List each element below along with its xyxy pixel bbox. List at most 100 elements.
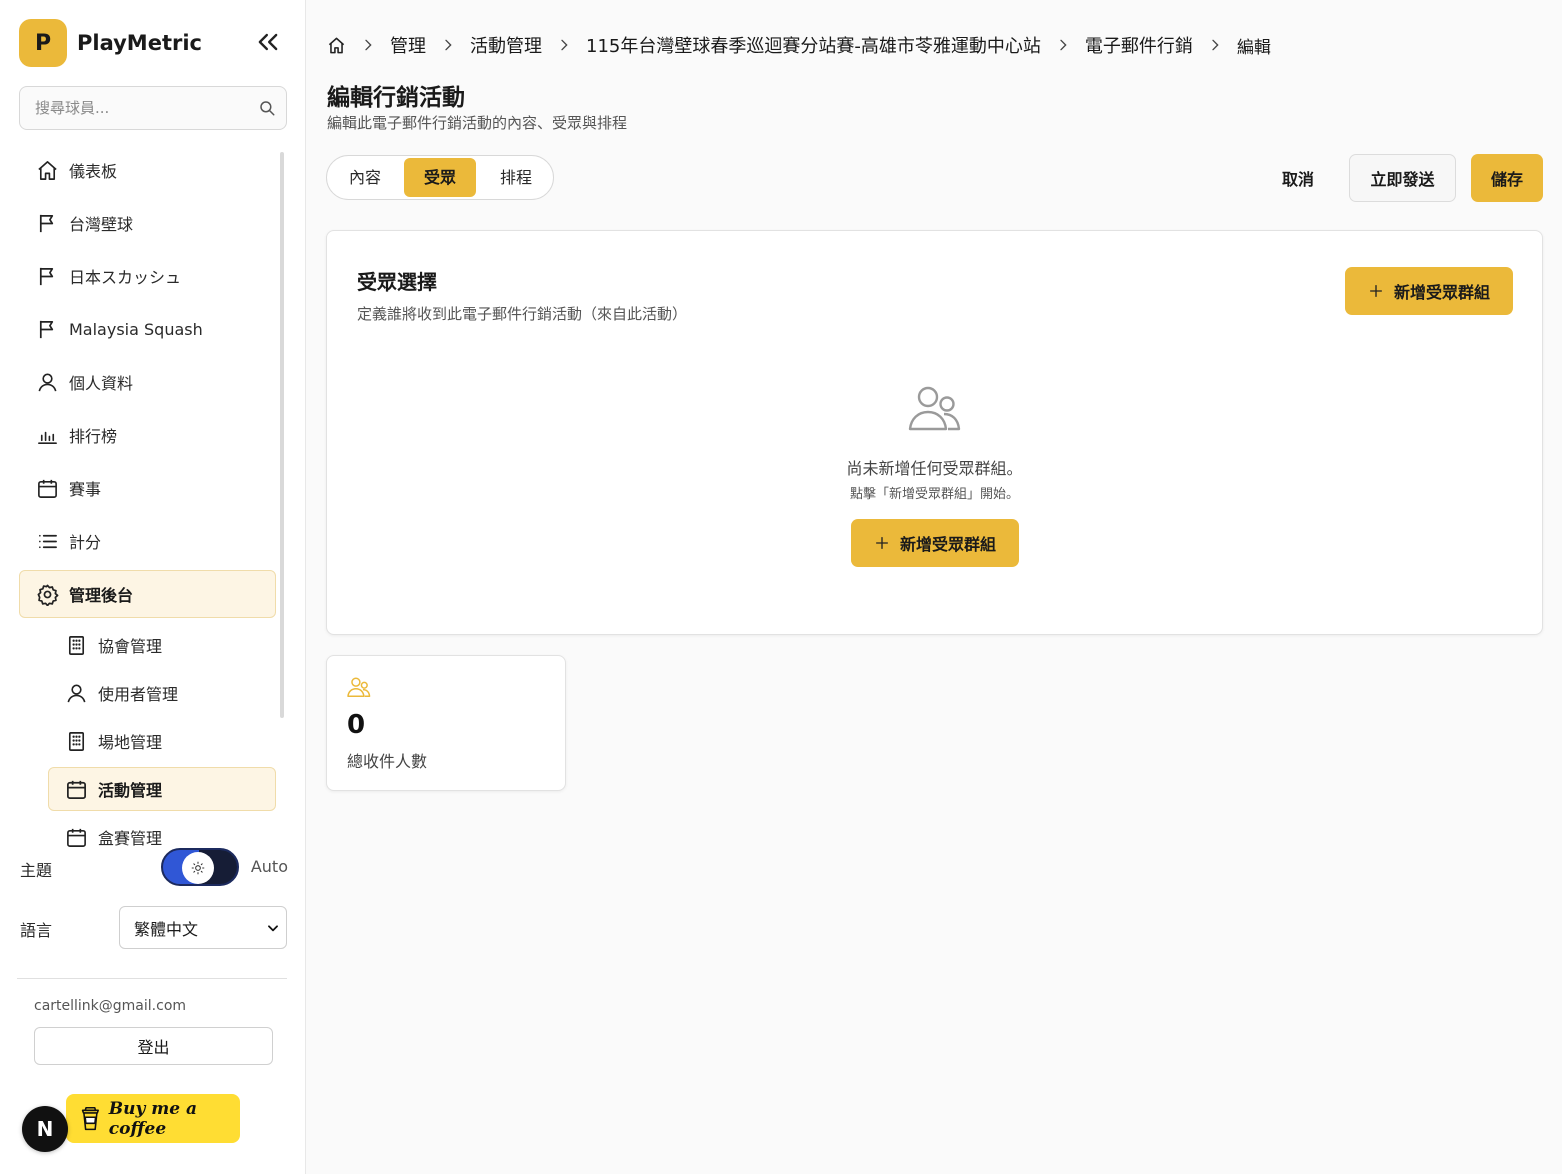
audience-card: 受眾選擇 定義誰將收到此電子郵件行銷活動（來自此活動） 新增受眾群組 尚未新增任…	[326, 230, 1543, 635]
send-now-button[interactable]: 立即發送	[1349, 154, 1456, 202]
language-row: 語言 繁體中文	[20, 906, 288, 949]
player-search-input[interactable]	[20, 87, 240, 129]
sidebar: P PlayMetric 儀表板 台灣壁球 日本スカッシュ Malaysia S…	[0, 0, 306, 1174]
sidebar-scrollbar[interactable]	[280, 152, 284, 718]
chevron-down-icon	[268, 925, 278, 932]
nav-item-label: 賽事	[69, 480, 102, 499]
theme-toggle[interactable]	[161, 848, 239, 886]
nav-item-label: 計分	[69, 533, 102, 552]
player-search	[19, 86, 287, 130]
breadcrumb-events[interactable]: 活動管理	[470, 32, 542, 58]
cancel-button[interactable]: 取消	[1262, 155, 1334, 200]
audience-title: 受眾選擇	[357, 270, 437, 294]
subnav-item-events[interactable]: 活動管理	[48, 767, 276, 811]
nav-item-label: Malaysia Squash	[69, 319, 203, 339]
subnav-item-association[interactable]: 協會管理	[48, 623, 276, 667]
nav-item-tournaments[interactable]: 賽事	[19, 464, 276, 512]
building-icon	[68, 635, 85, 655]
building-icon	[68, 731, 85, 751]
chevron-right-icon	[1060, 39, 1067, 51]
empty-state-title: 尚未新增任何受眾群組。	[846, 459, 1023, 478]
nav-item-dashboard[interactable]: 儀表板	[19, 146, 276, 194]
subnav-item-label: 使用者管理	[98, 685, 179, 704]
breadcrumb-email-marketing[interactable]: 電子郵件行銷	[1085, 32, 1193, 58]
subnav-item-venues[interactable]: 場地管理	[48, 719, 276, 763]
subnav-item-label: 場地管理	[98, 733, 163, 752]
brand[interactable]: P PlayMetric	[19, 19, 202, 67]
chevron-right-icon	[561, 39, 568, 51]
add-audience-group-button[interactable]: 新增受眾群組	[1345, 267, 1513, 315]
nav-item-label: 儀表板	[69, 162, 118, 181]
campaign-tabs: 內容 受眾 排程	[326, 155, 554, 200]
logout-button[interactable]: 登出	[34, 1027, 273, 1065]
total-recipients-card: 0 總收件人數	[326, 655, 566, 791]
calendar-icon	[67, 828, 86, 847]
list-icon	[39, 534, 57, 548]
language-select[interactable]: 繁體中文	[119, 906, 287, 949]
search-icon[interactable]	[258, 99, 276, 117]
add-audience-group-empty-button[interactable]: 新增受眾群組	[851, 519, 1019, 567]
gear-icon	[37, 584, 59, 606]
audience-description: 定義誰將收到此電子郵件行銷活動（來自此活動）	[357, 305, 688, 323]
breadcrumb-admin[interactable]: 管理	[390, 32, 426, 58]
tab-schedule[interactable]: 排程	[480, 158, 552, 197]
plus-icon	[875, 537, 888, 549]
subnav-item-label: 活動管理	[98, 781, 163, 800]
nav-item-taiwan-squash[interactable]: 台灣壁球	[19, 199, 276, 247]
chevron-right-icon	[445, 39, 452, 51]
nav-item-leaderboard[interactable]: 排行榜	[19, 411, 276, 459]
nav-item-admin[interactable]: 管理後台	[19, 570, 276, 618]
nav-item-scoring[interactable]: 計分	[19, 517, 276, 565]
users-icon	[347, 677, 371, 697]
language-selected: 繁體中文	[134, 919, 199, 939]
empty-state-hint: 點擊「新增受眾群組」開始。	[849, 487, 1019, 502]
page-subtitle: 編輯此電子郵件行銷活動的內容、受眾與排程	[327, 114, 628, 132]
nav-item-label: 排行榜	[69, 427, 118, 446]
sidebar-divider	[17, 978, 287, 979]
add-audience-group-label: 新增受眾群組	[1393, 283, 1490, 302]
subnav-item-users[interactable]: 使用者管理	[48, 671, 276, 715]
nav-item-malaysia-squash[interactable]: Malaysia Squash	[19, 305, 276, 353]
theme-label: 主題	[20, 861, 53, 880]
chevron-right-icon	[365, 39, 372, 51]
nav-item-profile[interactable]: 個人資料	[19, 358, 276, 406]
subnav-item-label: 盒賽管理	[98, 829, 163, 848]
users-icon	[908, 386, 961, 431]
user-icon	[38, 373, 57, 391]
plus-icon	[1369, 285, 1382, 297]
nav-item-japan-squash[interactable]: 日本スカッシュ	[19, 252, 276, 300]
coffee-cup-icon	[81, 1106, 99, 1130]
total-recipients-value: 0	[347, 710, 366, 740]
buy-me-a-coffee-button[interactable]: Buy me a coffee	[66, 1094, 240, 1143]
nextjs-badge[interactable]: N	[22, 1106, 68, 1152]
nav-item-label: 台灣壁球	[69, 215, 134, 234]
home-icon[interactable]	[327, 36, 346, 55]
add-audience-group-label: 新增受眾群組	[899, 535, 996, 554]
language-label: 語言	[20, 921, 53, 940]
flag-icon	[39, 267, 54, 285]
buy-me-a-coffee-label: Buy me a coffee	[108, 1098, 198, 1139]
tab-content[interactable]: 內容	[330, 158, 400, 197]
sun-icon	[191, 861, 205, 875]
page-title: 編輯行銷活動	[327, 85, 465, 111]
breadcrumb-event[interactable]: 115年台灣壁球春季巡迴賽分站賽-高雄市苓雅運動中心站	[586, 32, 1041, 58]
admin-subnav: 協會管理 使用者管理 場地管理 活動管理 盒賽管理	[48, 623, 276, 859]
save-button[interactable]: 儲存	[1471, 154, 1543, 202]
theme-value: Auto	[250, 857, 288, 876]
bar-chart-icon	[38, 431, 57, 444]
breadcrumb-current: 編輯	[1236, 37, 1271, 58]
total-recipients-label: 總收件人數	[347, 752, 428, 771]
collapse-sidebar-button[interactable]	[254, 28, 282, 56]
subnav-item-label: 協會管理	[98, 637, 163, 656]
user-email: cartellink@gmail.com	[34, 998, 187, 1014]
breadcrumb: 管理 活動管理 115年台灣壁球春季巡迴賽分站賽-高雄市苓雅運動中心站 電子郵件…	[327, 32, 1271, 58]
nav-item-label: 日本スカッシュ	[69, 268, 182, 287]
chevron-right-icon	[1212, 39, 1219, 51]
main-nav: 儀表板 台灣壁球 日本スカッシュ Malaysia Squash 個人資料 排行…	[19, 146, 276, 863]
flag-icon	[39, 214, 54, 232]
home-icon	[38, 160, 57, 180]
calendar-icon	[67, 780, 86, 799]
tab-audience[interactable]: 受眾	[404, 158, 476, 197]
calendar-icon	[38, 479, 57, 498]
double-chevron-left-icon	[258, 33, 278, 51]
